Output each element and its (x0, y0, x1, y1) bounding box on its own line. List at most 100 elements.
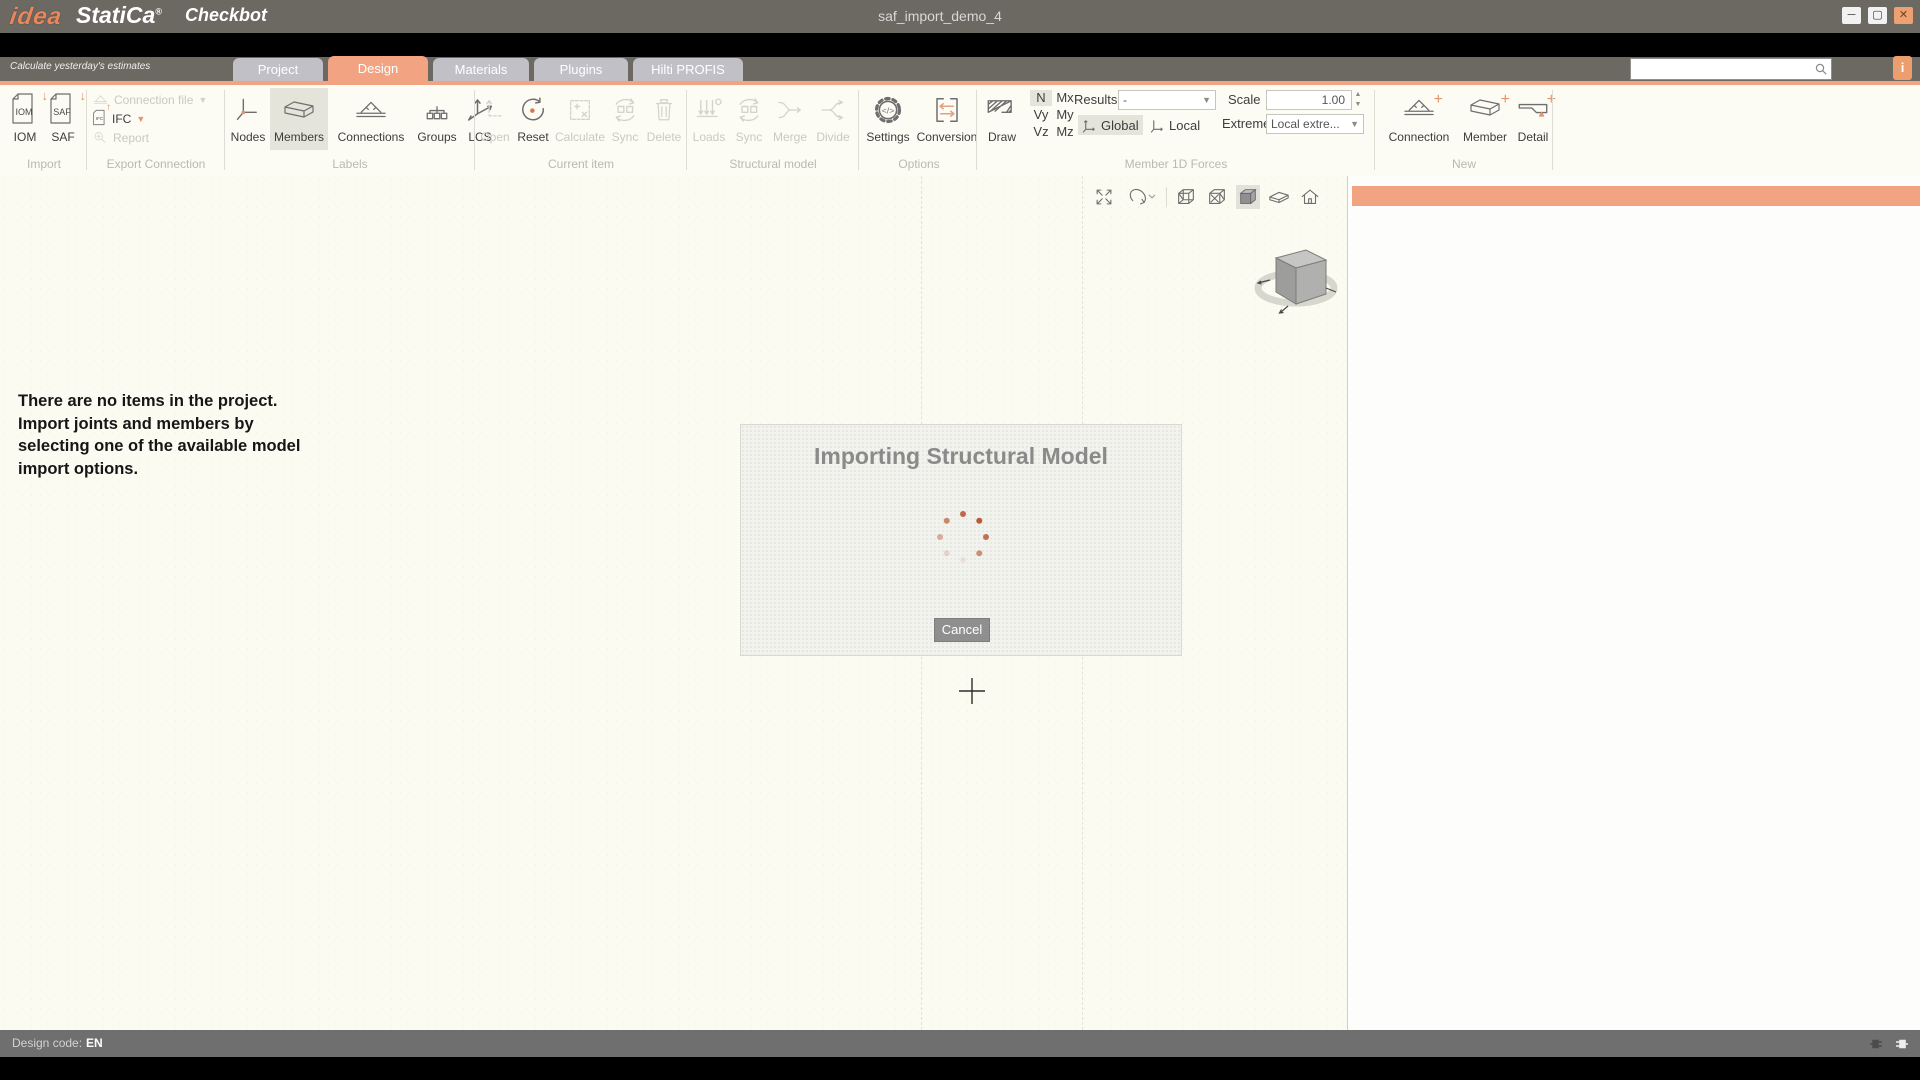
group-label-current-item: Current item (478, 157, 684, 171)
tab-hilti-profis[interactable]: Hilti PROFIS (633, 58, 743, 81)
force-toggle-mx[interactable]: Mx (1054, 90, 1076, 106)
solid-view-icon[interactable] (1236, 185, 1260, 209)
current-sync-button: Sync (608, 88, 642, 150)
force-toggle-my[interactable]: My (1054, 107, 1076, 123)
nodes-icon (234, 96, 262, 124)
connections-icon (354, 97, 388, 123)
titlebar: idea StatiCa® Checkbot saf_import_demo_4… (0, 0, 1920, 33)
maximize-button[interactable]: ▢ (1868, 7, 1887, 24)
new-member-icon (1467, 95, 1503, 121)
group-structural-model: Loads Sync Merge Divide (690, 88, 854, 150)
divide-icon (818, 97, 848, 123)
tab-project[interactable]: Project (233, 58, 323, 81)
calculate-icon (566, 96, 594, 124)
sync-icon (610, 96, 640, 124)
plus-icon: + (1501, 91, 1510, 109)
ribbon-divider (976, 90, 977, 170)
import-progress-dialog: Importing Structural Model Cancel (740, 424, 1182, 656)
ribbon-divider (474, 90, 475, 170)
labels-nodes-button[interactable]: Nodes (228, 88, 268, 150)
group-label-import: Import (8, 157, 80, 171)
export-ifc-button[interactable]: IFC ↑ IFC▼ (92, 109, 207, 128)
options-conversion-button[interactable]: Conversion (916, 88, 978, 150)
options-settings-button[interactable]: </> Settings (862, 88, 914, 150)
info-button[interactable]: i (1893, 56, 1912, 80)
right-panel-header[interactable] (1352, 186, 1920, 206)
import-iom-button[interactable]: IOM↓ IOM (8, 88, 42, 150)
group-options: </> Settings Conversion (862, 88, 978, 150)
members-icon (281, 96, 317, 124)
clipping-plane-icon[interactable] (1267, 185, 1291, 209)
labels-groups-button[interactable]: Groups (414, 88, 460, 150)
group-new: + Connection + Member + Detail (1382, 88, 1552, 150)
local-axes-button[interactable]: Local (1146, 115, 1204, 135)
group-label-structural-model: Structural model (690, 157, 856, 171)
loads-icon (695, 96, 723, 124)
crosshair-cursor (957, 676, 987, 706)
export-report-button: Report (92, 128, 207, 147)
labels-connections-button[interactable]: Connections (330, 88, 412, 150)
new-connection-button[interactable]: + Connection (1382, 88, 1456, 150)
wireframe-view-icon[interactable] (1174, 185, 1198, 209)
zoom-fit-icon[interactable] (1092, 185, 1116, 209)
saf-file-icon: SAF↓ (48, 92, 78, 128)
scale-label: Scale (1228, 92, 1261, 107)
home-view-icon[interactable] (1298, 185, 1322, 209)
cancel-button[interactable]: Cancel (934, 618, 990, 642)
new-member-button[interactable]: + Member (1458, 88, 1512, 150)
design-code-value: EN (86, 1036, 103, 1050)
plug-disconnected-icon[interactable] (1868, 1037, 1888, 1051)
labels-members-button[interactable]: Members (270, 88, 328, 150)
design-code: Design code:EN (12, 1030, 103, 1057)
scale-input[interactable] (1271, 92, 1347, 108)
current-reset-button[interactable]: Reset (514, 88, 552, 150)
app-window: idea StatiCa® Checkbot saf_import_demo_4… (0, 0, 1920, 1080)
new-detail-icon (1517, 95, 1549, 121)
search-input[interactable] (1633, 59, 1811, 79)
results-dropdown[interactable]: -▼ (1118, 90, 1216, 110)
search-icon (1813, 61, 1829, 77)
brand-tagline: Calculate yesterday's estimates (10, 61, 150, 72)
group-import: IOM↓ IOM SAF↓ SAF (8, 88, 80, 150)
new-detail-button[interactable]: + Detail (1514, 88, 1552, 150)
viewport-toolbar (1092, 184, 1322, 210)
extreme-dropdown[interactable]: Local extre...▼ (1266, 114, 1364, 134)
force-toggle-mz[interactable]: Mz (1054, 124, 1076, 140)
current-calculate-button: Calculate (554, 88, 606, 150)
group-label-options: Options (862, 157, 976, 171)
plug-connected-icon[interactable] (1890, 1037, 1910, 1051)
minimize-button[interactable]: ─ (1842, 7, 1861, 24)
tab-plugins[interactable]: Plugins (534, 58, 628, 81)
plus-icon: + (1434, 91, 1443, 109)
view-cube[interactable] (1250, 236, 1342, 318)
force-toggle-vz[interactable]: Vz (1030, 124, 1052, 140)
status-bar: Design code:EN (0, 1030, 1920, 1057)
scale-stepper[interactable]: ▲▼ (1352, 90, 1364, 110)
draw-diagram-icon (986, 97, 1018, 123)
import-saf-button[interactable]: SAF↓ SAF (46, 88, 80, 150)
orbit-icon[interactable] (1123, 185, 1159, 209)
product-name: Checkbot (185, 5, 267, 26)
tab-design[interactable]: Design (328, 56, 428, 81)
registered-mark: ® (155, 6, 162, 16)
group-export-connection: Connection file▼ IFC ↑ IFC▼ Report (92, 90, 207, 147)
loading-spinner (935, 509, 991, 565)
ifc-file-icon: IFC ↑ (92, 109, 107, 129)
forces-draw-button[interactable]: Draw (982, 88, 1022, 150)
open-icon (481, 96, 509, 124)
hidden-line-view-icon[interactable] (1205, 185, 1229, 209)
close-button[interactable]: ✕ (1894, 7, 1913, 24)
sync-icon (734, 96, 764, 124)
window-title: saf_import_demo_4 (810, 8, 1070, 24)
merge-icon (775, 97, 805, 123)
tab-materials[interactable]: Materials (433, 58, 529, 81)
group-labels: Nodes Members Connections Groups LCS (228, 88, 498, 150)
global-axes-button[interactable]: Global (1078, 115, 1143, 135)
group-label-labels: Labels (228, 157, 472, 171)
force-toggle-n[interactable]: N (1030, 90, 1052, 106)
force-toggle-vy[interactable]: Vy (1030, 107, 1052, 123)
new-connection-icon (1402, 95, 1436, 121)
structural-divide-button: Divide (812, 88, 854, 150)
global-axes-icon (1082, 118, 1097, 133)
groups-icon (422, 97, 452, 123)
